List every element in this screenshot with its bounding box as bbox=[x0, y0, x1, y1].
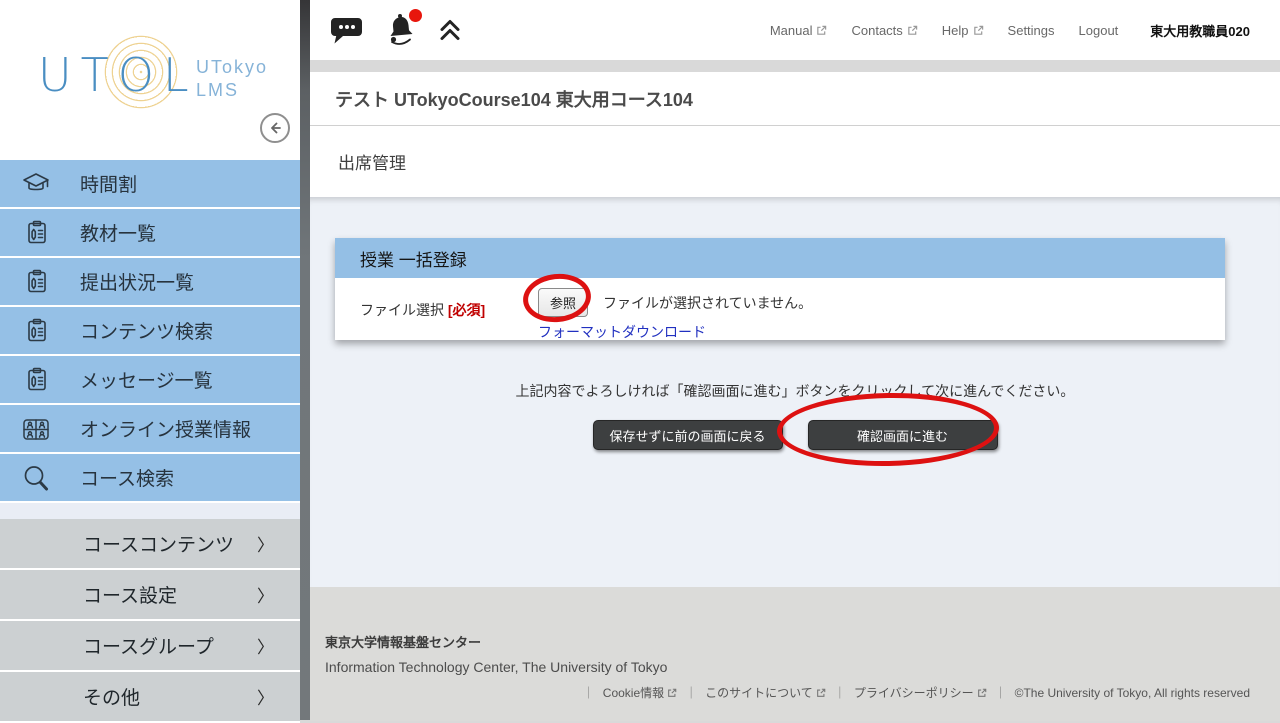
sidebar-item-label: コースコンテンツ bbox=[83, 530, 234, 557]
footer-org-jp: 東京大学情報基盤センター bbox=[325, 632, 1250, 651]
action-button-row: 保存せずに前の画面に戻る 確認画面に進む bbox=[310, 420, 1280, 450]
sidebar: UTOL UTokyo LMS 時間割 教材一覧 bbox=[0, 0, 300, 720]
external-link-icon bbox=[977, 688, 987, 698]
course-title-row: テスト UTokyoCourse104 東大用コース104 bbox=[310, 72, 1280, 126]
collapse-all-icon[interactable] bbox=[437, 17, 463, 43]
sidebar-item-course-settings[interactable]: コース設定 〉 bbox=[0, 570, 300, 621]
required-badge: [必須] bbox=[448, 302, 485, 318]
sidebar-item-label: コンテンツ検索 bbox=[80, 317, 213, 344]
footer-org-en: Information Technology Center, The Unive… bbox=[325, 659, 1250, 675]
main-area: Manual Contacts Help Settings bbox=[310, 0, 1280, 720]
chevron-right-icon: 〉 bbox=[257, 582, 274, 607]
topbar: Manual Contacts Help Settings bbox=[310, 0, 1280, 60]
footer-links-row: ｜ Cookie情報 ｜ このサイトについて ｜ プライバシーポリシー bbox=[325, 684, 1250, 701]
browse-button[interactable]: 参照 bbox=[538, 288, 588, 317]
sidebar-item-label: オンライン授業情報 bbox=[80, 415, 251, 442]
sidebar-item-course-search[interactable]: コース検索 bbox=[0, 454, 300, 503]
sidebar-item-online-class-info[interactable]: オンライン授業情報 bbox=[0, 405, 300, 454]
online-class-icon bbox=[20, 413, 52, 445]
sidebar-item-label: コース設定 bbox=[83, 581, 177, 608]
sidebar-item-label: 時間割 bbox=[80, 170, 137, 197]
file-select-control: 参照 ファイルが選択されていません。 フォーマットダウンロード bbox=[538, 278, 812, 340]
file-input-row: 参照 ファイルが選択されていません。 bbox=[538, 288, 812, 317]
external-link-icon bbox=[816, 688, 826, 698]
cookie-info-link[interactable]: Cookie情報 bbox=[603, 684, 677, 701]
topbar-gap bbox=[310, 60, 1280, 72]
settings-link[interactable]: Settings bbox=[1008, 23, 1055, 38]
content-area: 授業 一括登録 ファイル選択 [必須] 参照 ファイルが選択されていません。 フ… bbox=[310, 197, 1280, 587]
panel-header: 授業 一括登録 bbox=[335, 238, 1225, 278]
current-user-name[interactable]: 東大用教職員020 bbox=[1150, 21, 1250, 40]
topbar-nav: Manual Contacts Help Settings bbox=[770, 21, 1250, 40]
sidebar-item-label: 教材一覧 bbox=[80, 219, 156, 246]
materials-list-icon bbox=[20, 217, 52, 249]
proceed-to-confirm-button[interactable]: 確認画面に進む bbox=[808, 420, 998, 450]
about-site-link[interactable]: このサイトについて bbox=[705, 684, 826, 701]
sidebar-item-content-search[interactable]: コンテンツ検索 bbox=[0, 307, 300, 356]
instruction-text: 上記内容でよろしければ「確認画面に進む」ボタンをクリックして次に進んでください。 bbox=[310, 381, 1280, 401]
chevron-right-icon: 〉 bbox=[257, 633, 274, 658]
bulk-register-panel: 授業 一括登録 ファイル選択 [必須] 参照 ファイルが選択されていません。 フ… bbox=[335, 238, 1225, 340]
page-title: 出席管理 bbox=[338, 149, 406, 174]
sidebar-item-course-contents[interactable]: コースコンテンツ 〉 bbox=[0, 519, 300, 570]
copyright-text: ©The University of Tokyo, All rights res… bbox=[1015, 686, 1250, 700]
chat-icon[interactable] bbox=[330, 15, 363, 45]
sidebar-collapse-button[interactable] bbox=[260, 113, 290, 143]
message-list-icon bbox=[20, 364, 52, 396]
topbar-icon-group bbox=[330, 11, 463, 49]
bell-icon[interactable] bbox=[381, 11, 419, 49]
content-search-icon bbox=[20, 315, 52, 347]
logo-area: UTOL UTokyo LMS bbox=[0, 0, 300, 160]
page-title-row: 出席管理 bbox=[310, 126, 1280, 197]
sidebar-item-timetable[interactable]: 時間割 bbox=[0, 160, 300, 209]
external-link-icon bbox=[816, 25, 827, 36]
notification-badge bbox=[409, 9, 422, 22]
graduation-cap-icon bbox=[20, 168, 52, 200]
chevron-right-icon: 〉 bbox=[257, 684, 274, 709]
arrow-left-icon bbox=[266, 119, 284, 137]
panel-body: ファイル選択 [必須] 参照 ファイルが選択されていません。 フォーマットダウン… bbox=[335, 278, 1225, 340]
external-link-icon bbox=[907, 25, 918, 36]
submission-list-icon bbox=[20, 266, 52, 298]
help-link[interactable]: Help bbox=[942, 23, 984, 38]
footer: 東京大学情報基盤センター Information Technology Cent… bbox=[310, 587, 1280, 721]
no-file-selected-text: ファイルが選択されていません。 bbox=[603, 293, 812, 313]
sidebar-item-label: メッセージ一覧 bbox=[80, 366, 213, 393]
sidebar-item-messages[interactable]: メッセージ一覧 bbox=[0, 356, 300, 405]
utol-logo-subtitle: UTokyo LMS bbox=[196, 56, 268, 102]
course-title: テスト UTokyoCourse104 東大用コース104 bbox=[335, 86, 693, 112]
sidebar-item-course-group[interactable]: コースグループ 〉 bbox=[0, 621, 300, 672]
sidebar-item-label: コースグループ bbox=[83, 632, 214, 659]
external-link-icon bbox=[973, 25, 984, 36]
logout-link[interactable]: Logout bbox=[1079, 23, 1119, 38]
sidebar-item-label: コース検索 bbox=[80, 464, 174, 491]
back-without-save-button[interactable]: 保存せずに前の画面に戻る bbox=[593, 420, 783, 450]
contacts-link[interactable]: Contacts bbox=[851, 23, 917, 38]
format-download-link[interactable]: フォーマットダウンロード bbox=[538, 322, 706, 342]
sidebar-item-others[interactable]: その他 〉 bbox=[0, 672, 300, 723]
privacy-policy-link[interactable]: プライバシーポリシー bbox=[854, 684, 987, 701]
file-select-label: ファイル選択 [必須] bbox=[360, 278, 538, 340]
panel-title: 授業 一括登録 bbox=[360, 246, 467, 271]
sidebar-item-label: 提出状況一覧 bbox=[80, 268, 194, 295]
sidebar-item-materials[interactable]: 教材一覧 bbox=[0, 209, 300, 258]
sidebar-main-divider bbox=[300, 0, 310, 720]
sidebar-section-gap bbox=[0, 503, 300, 519]
manual-link[interactable]: Manual bbox=[770, 23, 828, 38]
utol-logo: UTOL bbox=[38, 48, 198, 102]
external-link-icon bbox=[667, 688, 677, 698]
sidebar-item-label: その他 bbox=[83, 683, 140, 710]
chevron-right-icon: 〉 bbox=[257, 531, 274, 556]
title-block: テスト UTokyoCourse104 東大用コース104 出席管理 bbox=[310, 72, 1280, 197]
course-search-icon bbox=[20, 462, 52, 494]
sidebar-item-submission-status[interactable]: 提出状況一覧 bbox=[0, 258, 300, 307]
